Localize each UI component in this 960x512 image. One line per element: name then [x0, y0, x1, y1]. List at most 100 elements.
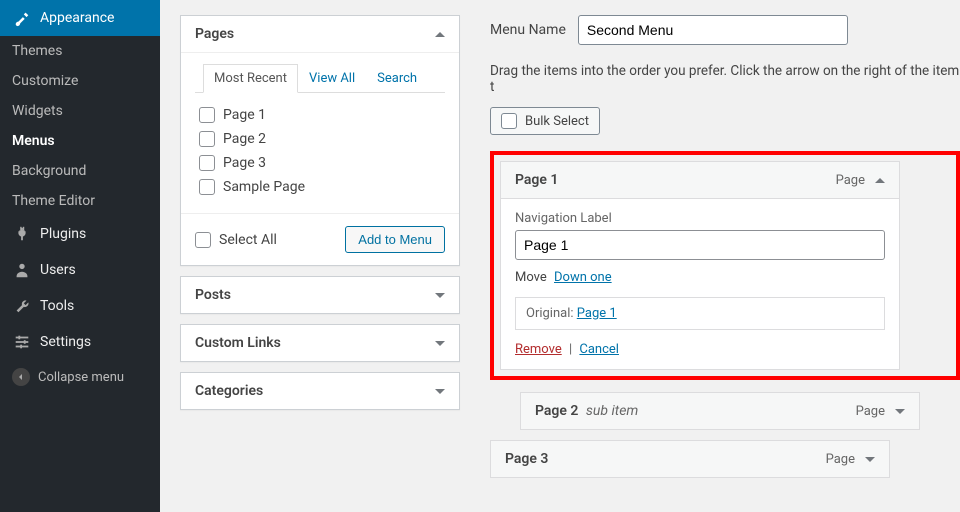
menu-item-meta: Page [856, 404, 905, 419]
checkbox[interactable] [199, 155, 215, 171]
highlight-frame: Page 1 Page Navigation Label Move [490, 151, 960, 380]
tab-most-recent[interactable]: Most Recent [203, 64, 298, 93]
menu-item-type: Page [856, 404, 885, 419]
sliders-icon [12, 332, 32, 352]
menu-item-subtext: sub item [586, 403, 638, 419]
page-label: Page 3 [223, 155, 266, 171]
wrench-icon [12, 296, 32, 316]
sidebar-label: Tools [40, 298, 74, 314]
pages-tabs: Most Recent View All Search [195, 63, 445, 93]
sidebar-item-tools[interactable]: Tools [0, 288, 160, 324]
menu-item-type: Page [836, 173, 865, 188]
move-down-link[interactable]: Down one [554, 270, 612, 285]
item-actions: Remove | Cancel [515, 342, 885, 357]
custom-links-toggle[interactable]: Custom Links [181, 325, 459, 361]
chevron-down-icon [435, 389, 445, 394]
sidebar-label: Plugins [40, 226, 86, 242]
menu-item-title: Page 2 sub item [535, 403, 638, 419]
pages-metabox-toggle[interactable]: Pages [181, 16, 459, 53]
nav-label-field: Navigation Label [515, 211, 885, 260]
sidebar-sub-menus[interactable]: Menus [0, 126, 160, 156]
pages-title: Pages [195, 26, 234, 42]
custom-links-title: Custom Links [195, 335, 281, 351]
tab-search[interactable]: Search [366, 64, 428, 93]
user-icon [12, 260, 32, 280]
categories-toggle[interactable]: Categories [181, 373, 459, 409]
sidebar-item-appearance[interactable]: Appearance [0, 0, 160, 36]
menu-items-list: Page 1 Page Navigation Label Move [490, 151, 960, 478]
categories-title: Categories [195, 383, 263, 399]
menu-item-settings: Navigation Label Move Down one Original:… [501, 198, 899, 369]
page-check-item[interactable]: Page 2 [199, 127, 441, 151]
collapse-label: Collapse menu [38, 370, 124, 385]
instructions-text: Drag the items into the order you prefer… [490, 63, 960, 95]
add-to-menu-button[interactable]: Add to Menu [345, 226, 445, 253]
menu-name-label: Menu Name [490, 22, 566, 38]
separator: | [569, 342, 572, 357]
sidebar-sub-customize[interactable]: Customize [0, 66, 160, 96]
sidebar-item-users[interactable]: Users [0, 252, 160, 288]
menu-item-bar[interactable]: Page 2 sub item Page [521, 393, 919, 429]
sidebar-sub-widgets[interactable]: Widgets [0, 96, 160, 126]
page-label: Page 2 [223, 131, 266, 147]
page-label: Page 1 [223, 107, 266, 123]
menu-item: Page 3 Page [490, 440, 890, 478]
sidebar-item-plugins[interactable]: Plugins [0, 216, 160, 252]
tab-view-all[interactable]: View All [298, 64, 366, 93]
original-link[interactable]: Page 1 [577, 306, 617, 321]
menu-item-meta: Page [826, 452, 875, 467]
menu-item-bar[interactable]: Page 1 Page [501, 162, 899, 198]
pages-checklist: Page 1 Page 2 Page 3 Sample Page [195, 93, 445, 203]
checkbox[interactable] [199, 179, 215, 195]
posts-toggle[interactable]: Posts [181, 277, 459, 313]
collapse-menu-button[interactable]: Collapse menu [0, 360, 160, 394]
page-check-item[interactable]: Sample Page [199, 175, 441, 199]
move-row: Move Down one [515, 270, 885, 285]
main-content: Pages Most Recent View All Search Page 1… [160, 0, 960, 512]
menu-edit-column: Menu Name Drag the items into the order … [460, 0, 960, 512]
bulk-select-button[interactable]: Bulk Select [490, 107, 600, 135]
select-all-label: Select All [219, 232, 277, 248]
page-label: Sample Page [223, 179, 305, 195]
menu-item-title: Page 1 [515, 172, 558, 188]
chevron-down-icon [865, 457, 875, 462]
custom-links-metabox: Custom Links [180, 324, 460, 362]
select-all[interactable]: Select All [195, 232, 277, 248]
chevron-up-icon [875, 178, 885, 183]
admin-sidebar: Appearance Themes Customize Widgets Menu… [0, 0, 160, 512]
menu-item-type: Page [826, 452, 855, 467]
nav-label-input[interactable] [515, 230, 885, 260]
sidebar-label: Users [40, 262, 76, 278]
brush-icon [12, 8, 32, 28]
menu-item-meta: Page [836, 173, 885, 188]
menu-item: Page 1 Page Navigation Label Move [500, 161, 900, 370]
chevron-up-icon [435, 32, 445, 37]
chevron-down-icon [435, 341, 445, 346]
sidebar-sub-themes[interactable]: Themes [0, 36, 160, 66]
checkbox[interactable] [199, 131, 215, 147]
sidebar-sub-background[interactable]: Background [0, 156, 160, 186]
sidebar-sub-theme-editor[interactable]: Theme Editor [0, 186, 160, 216]
menu-item: Page 2 sub item Page [520, 392, 920, 430]
cancel-link[interactable]: Cancel [579, 342, 619, 357]
bulk-select-label: Bulk Select [525, 114, 589, 129]
posts-metabox: Posts [180, 276, 460, 314]
sidebar-label: Appearance [40, 10, 114, 26]
move-label: Move [515, 270, 547, 285]
page-check-item[interactable]: Page 3 [199, 151, 441, 175]
original-label: Original: [526, 306, 574, 321]
menu-item-title-text: Page 2 [535, 403, 578, 419]
chevron-down-icon [435, 293, 445, 298]
sidebar-item-settings[interactable]: Settings [0, 324, 160, 360]
original-box: Original: Page 1 [515, 297, 885, 330]
menu-item-bar[interactable]: Page 3 Page [491, 441, 889, 477]
remove-link[interactable]: Remove [515, 342, 562, 357]
bulk-select-checkbox[interactable] [501, 113, 517, 129]
checkbox[interactable] [199, 107, 215, 123]
categories-metabox: Categories [180, 372, 460, 410]
menu-name-row: Menu Name [490, 15, 960, 45]
menu-name-input[interactable] [578, 15, 848, 45]
select-all-checkbox[interactable] [195, 232, 211, 248]
page-check-item[interactable]: Page 1 [199, 103, 441, 127]
posts-title: Posts [195, 287, 231, 303]
